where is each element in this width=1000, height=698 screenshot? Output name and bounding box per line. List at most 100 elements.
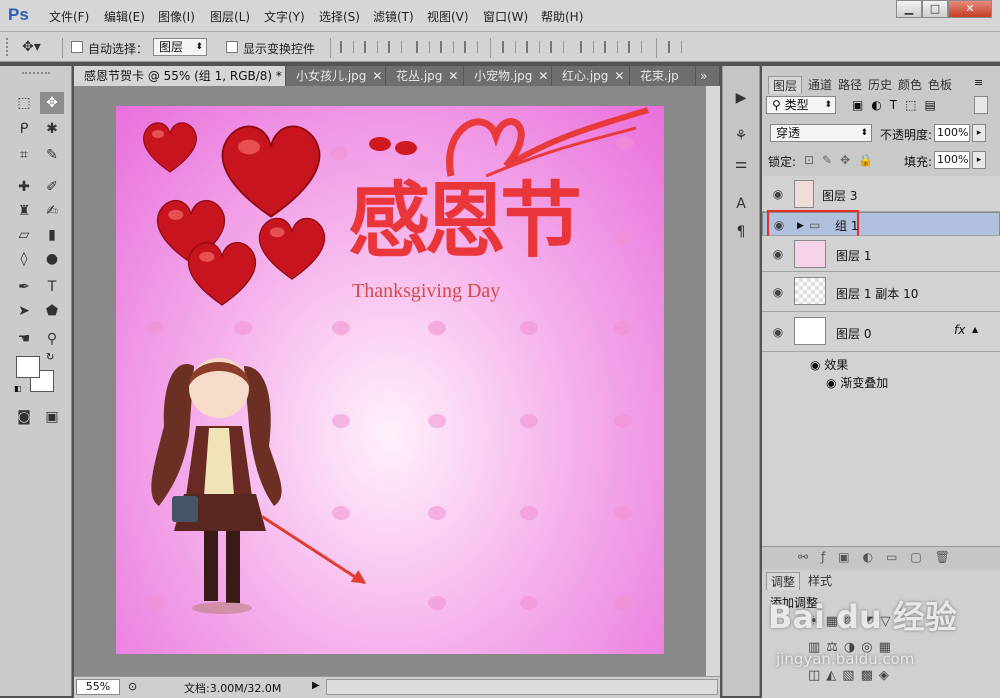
tab-overflow-button[interactable]: » <box>696 66 720 86</box>
close-button[interactable]: ✕ <box>948 0 992 18</box>
tab-adjustments[interactable]: 调整 <box>766 572 801 590</box>
fx-badge[interactable]: fx <box>954 323 965 337</box>
menu-file[interactable]: 文件(F) <box>49 8 89 25</box>
align-bottom-icon[interactable] <box>388 41 402 53</box>
menu-type[interactable]: 文字(Y) <box>264 8 305 25</box>
fx-expand-triangle-icon[interactable]: ▲ <box>972 325 978 334</box>
zoom-tool-icon[interactable]: ⚲ <box>40 328 64 350</box>
close-tab-icon[interactable]: ✕ <box>448 69 458 83</box>
document-canvas[interactable]: 感恩节 Thanksgiving Day <box>116 106 664 654</box>
effects-label[interactable]: ◉ 效果 <box>810 356 848 373</box>
path-select-tool-icon[interactable]: ➤ <box>12 300 36 322</box>
gradient-tool-icon[interactable]: ▮ <box>40 224 64 246</box>
distribute-top-icon[interactable] <box>502 41 516 53</box>
quick-mask-icon[interactable]: ◙ <box>12 406 36 428</box>
lock-icons[interactable]: ⊡✎✥🔒 <box>804 153 881 167</box>
distribute-hcenter-icon[interactable] <box>604 41 618 53</box>
visibility-eye-icon[interactable]: ◉ <box>768 282 788 302</box>
fill-field[interactable]: 100% <box>934 151 970 169</box>
tab-girl[interactable]: 小女孩儿.jpg ✕ <box>286 66 386 86</box>
tab-paths[interactable]: 路径 <box>838 76 862 94</box>
distribute-bottom-icon[interactable] <box>550 41 564 53</box>
tab-channels[interactable]: 通道 <box>808 76 832 94</box>
sliders-icon[interactable]: ⚌ <box>731 154 751 174</box>
distribute-right-icon[interactable] <box>628 41 642 53</box>
layer-actions-icons[interactable]: ⚯ƒ▣◐▭▢🗑 <box>798 550 963 564</box>
layer-row[interactable]: ◉ 图层 0 fx ▲ <box>762 312 1000 352</box>
visibility-eye-icon[interactable]: ◉ <box>826 376 840 390</box>
healing-brush-tool-icon[interactable]: ✚ <box>12 176 36 198</box>
magic-wand-tool-icon[interactable]: ✱ <box>40 118 64 140</box>
maximize-button[interactable]: □ <box>922 0 948 18</box>
tab-layers[interactable]: 图层 <box>768 76 803 94</box>
marquee-tool-icon[interactable]: ⬚ <box>12 92 36 114</box>
minimize-button[interactable]: ▁ <box>896 0 922 18</box>
visibility-eye-icon[interactable]: ◉ <box>768 322 788 342</box>
distribute-left-icon[interactable] <box>580 41 594 53</box>
opacity-field[interactable]: 100% <box>934 124 970 142</box>
align-left-icon[interactable] <box>416 41 430 53</box>
brush-tool-icon[interactable]: ✐ <box>40 176 64 198</box>
tab-flowers[interactable]: 花丛.jpg ✕ <box>386 66 464 86</box>
layer-row[interactable]: ◉ 图层 1 <box>762 236 1000 272</box>
menu-filter[interactable]: 滤镜(T) <box>373 8 414 25</box>
blur-tool-icon[interactable]: ◊ <box>12 248 36 270</box>
visibility-eye-icon[interactable]: ◉ <box>768 244 788 264</box>
swap-colors-icon[interactable]: ↻ <box>46 352 54 363</box>
opacity-slider-arrow-icon[interactable]: ▸ <box>972 124 986 142</box>
visibility-eye-icon[interactable]: ◉ <box>768 184 788 204</box>
vertical-scrollbar[interactable] <box>706 86 720 676</box>
stamp-tool-icon[interactable]: ♜ <box>12 200 36 222</box>
tab-styles[interactable]: 样式 <box>808 572 832 590</box>
menu-edit[interactable]: 编辑(E) <box>104 8 145 25</box>
align-top-icon[interactable] <box>340 41 354 53</box>
auto-select-dropdown[interactable]: 图层 ⬍ <box>153 38 207 56</box>
filter-icons[interactable]: ▣◐T⬚▤ <box>852 98 944 112</box>
close-tab-icon[interactable]: ✕ <box>538 69 548 83</box>
visibility-eye-icon[interactable]: ◉ <box>810 358 824 372</box>
layer-row[interactable]: ◉ 图层 3 <box>762 176 1000 212</box>
auto-align-icon[interactable] <box>668 41 682 53</box>
lasso-tool-icon[interactable]: ᑭ <box>12 118 36 140</box>
menu-view[interactable]: 视图(V) <box>427 8 469 25</box>
brush-preset-icon[interactable]: ⚘ <box>731 126 751 146</box>
dodge-tool-icon[interactable]: ● <box>40 248 64 270</box>
blend-mode-dropdown[interactable]: 穿透 ⬍ <box>770 124 872 142</box>
move-tool-icon[interactable]: ✥▾ <box>22 39 41 55</box>
expand-triangle-icon[interactable]: ▶ <box>797 218 804 234</box>
fill-slider-arrow-icon[interactable]: ▸ <box>972 151 986 169</box>
shape-tool-icon[interactable]: ⬟ <box>40 300 64 322</box>
pen-tool-icon[interactable]: ✒ <box>12 276 36 298</box>
crop-tool-icon[interactable]: ⌗ <box>12 144 36 166</box>
tab-swatches[interactable]: 色板 <box>928 76 952 94</box>
history-brush-tool-icon[interactable]: ✍ <box>40 200 64 222</box>
paragraph-icon[interactable]: ¶ <box>731 222 751 242</box>
tab-history[interactable]: 历史 <box>868 76 892 94</box>
menu-window[interactable]: 窗口(W) <box>483 8 528 25</box>
hand-tool-icon[interactable]: ☚ <box>12 328 36 350</box>
show-transform-checkbox[interactable] <box>226 41 238 53</box>
align-right-icon[interactable] <box>464 41 478 53</box>
default-colors-icon[interactable]: ◧ <box>14 384 22 393</box>
adjustment-icons-row3[interactable]: ◫◭▧▩◈ <box>808 668 895 683</box>
character-icon[interactable]: A <box>731 194 751 214</box>
tab-pet[interactable]: 小宠物.jpg ✕ <box>464 66 552 86</box>
layer-row-selected[interactable]: ◉ ▶ ▭ 组 1 <box>762 210 1000 240</box>
screen-mode-icon[interactable]: ▣ <box>40 406 64 428</box>
eraser-tool-icon[interactable]: ▱ <box>12 224 36 246</box>
filter-toggle[interactable] <box>974 96 988 114</box>
tab-thanksgiving-card[interactable]: 感恩节贺卡 @ 55% (组 1, RGB/8) *✕ <box>74 66 298 86</box>
type-tool-icon[interactable]: T <box>40 276 64 298</box>
align-vcenter-icon[interactable] <box>364 41 378 53</box>
menu-layer[interactable]: 图层(L) <box>210 8 250 25</box>
distribute-vcenter-icon[interactable] <box>526 41 540 53</box>
panel-menu-icon[interactable]: ≡ <box>974 76 983 89</box>
close-tab-icon[interactable]: ✕ <box>614 69 624 83</box>
status-menu-arrow-icon[interactable]: ▶ <box>312 680 320 691</box>
layer-filter-dropdown[interactable]: ⚲ 类型 ⬍ <box>766 96 836 114</box>
foreground-color-swatch[interactable] <box>16 356 40 378</box>
menu-help[interactable]: 帮助(H) <box>541 8 583 25</box>
eyedropper-tool-icon[interactable]: ✎ <box>40 144 64 166</box>
tab-color[interactable]: 颜色 <box>898 76 922 94</box>
menu-select[interactable]: 选择(S) <box>319 8 360 25</box>
